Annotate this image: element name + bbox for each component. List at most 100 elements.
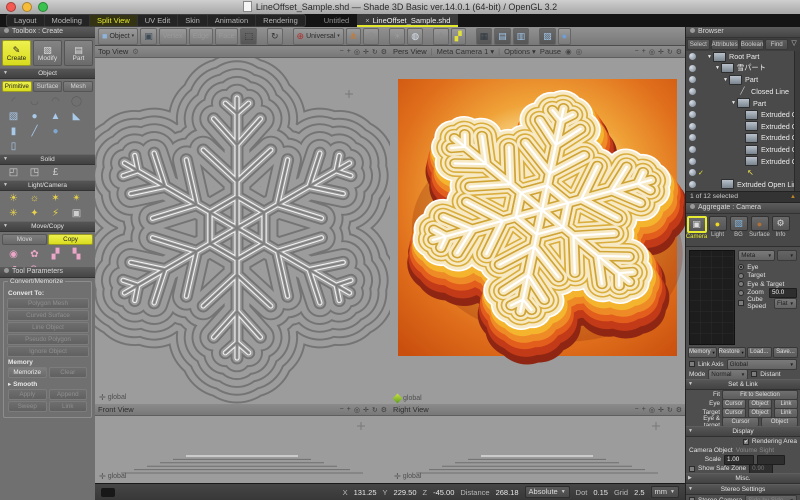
camera-selector[interactable]: Meta Camera 1 ▾ [437, 47, 495, 56]
clear-button[interactable]: Clear [49, 367, 88, 378]
radio-target[interactable] [738, 273, 744, 279]
display-section-header[interactable]: ▼Display [686, 426, 800, 437]
solid-text-icon[interactable]: £ [45, 166, 66, 180]
browser-scrollbar[interactable] [794, 51, 800, 191]
radio-zoom[interactable] [738, 290, 744, 296]
tree-item-cursor[interactable]: ✓↖ [686, 167, 800, 179]
safe-zone-input[interactable]: 0.90 [749, 464, 773, 474]
visibility-toggle-icon[interactable] [689, 181, 696, 188]
tree-expander-icon[interactable]: ▼ [714, 65, 721, 71]
aggregate-tab-light[interactable]: ●Light [708, 216, 727, 238]
convert-polygon-mesh-button[interactable]: Polygon Mesh [7, 298, 89, 309]
set-link-section-header[interactable]: ▼Set & Link [686, 379, 800, 390]
workspace-tab-rendering[interactable]: Rendering [256, 15, 305, 26]
shaded-view-button[interactable]: ▥ [513, 28, 530, 45]
solid-cup-icon[interactable]: ◳ [24, 166, 45, 180]
universal-manipulator-button[interactable]: ⊕Universal▾ [293, 28, 344, 45]
move-camera-button[interactable]: ✛ [433, 28, 449, 45]
coordinate-space-tag[interactable]: ✛global [99, 393, 126, 402]
wedge-primitive-icon[interactable]: ◣ [66, 110, 87, 124]
document-tab-untitled[interactable]: Untitled [316, 14, 357, 27]
close-tab-icon[interactable]: × [365, 16, 369, 25]
meta-extra-dropdown[interactable]: ▼ [777, 250, 797, 261]
aggregate-tab-surface[interactable]: ●Surface [750, 216, 769, 238]
stereo-camera-dropdown[interactable]: Side by Side▼ [745, 495, 797, 500]
vertex-mode-button[interactable]: Vertex [159, 28, 187, 45]
pause-button[interactable]: Pause [540, 47, 561, 56]
flame-light-icon[interactable]: ⚡ [45, 207, 66, 221]
free-move-icon[interactable]: ✿ [24, 248, 45, 262]
cone-primitive-icon[interactable]: ▲ [45, 110, 66, 124]
smooth-sweep-button[interactable]: Sweep [8, 401, 47, 412]
link-axis-checkbox[interactable] [689, 361, 695, 367]
convert-line-object-button[interactable]: Line Object [7, 322, 89, 333]
viewport-front[interactable]: Front View −+◎✛↻⚙ ✛global [95, 404, 391, 483]
numeric-move-icon[interactable]: ◉ [3, 248, 24, 262]
document-tab-lineoffset-sample-shd[interactable]: ×LineOffset_Sample.shd [357, 14, 458, 27]
workspace-tab-uv-edit[interactable]: UV Edit [138, 15, 178, 26]
quad-view-button[interactable]: ▞ [451, 28, 466, 45]
trackball-button[interactable]: ◍ [407, 28, 423, 45]
eye-target-cursor-button[interactable]: Cursor [722, 417, 759, 427]
workspace-tab-skin[interactable]: Skin [178, 15, 208, 26]
front-view-title[interactable]: Front View [98, 405, 134, 414]
tree-item-[interactable]: ▼雪パート [686, 63, 800, 75]
workspace-tab-animation[interactable]: Animation [208, 15, 256, 26]
restore-button[interactable]: Restore▼ [718, 347, 746, 358]
distant-checkbox[interactable] [751, 371, 757, 377]
pan-icon[interactable]: ✛ [363, 48, 369, 56]
aggregate-tab-info[interactable]: ⚙Info [771, 216, 790, 238]
collapse-up-icon[interactable]: ▲ [790, 192, 796, 202]
link-axis-dropdown[interactable]: Global▼ [727, 359, 797, 370]
zoom-in-icon[interactable]: + [347, 48, 351, 56]
orbit-icon[interactable]: ↻ [372, 406, 378, 414]
stick-primitive-icon[interactable]: ╱ [24, 125, 45, 139]
pan-icon[interactable]: ✛ [363, 406, 369, 414]
modify-tool-button[interactable]: ▧Modify [33, 40, 62, 66]
area-light-icon[interactable]: ✴ [66, 192, 87, 206]
stereo-section-header[interactable]: ▼Stereo Settings [686, 484, 800, 495]
meta-dropdown[interactable]: Meta▼ [738, 250, 775, 261]
orbit-icon[interactable]: ↻ [667, 48, 673, 56]
unit-dropdown[interactable]: mm▼ [651, 486, 679, 498]
visibility-toggle-icon[interactable] [689, 53, 696, 60]
part-tool-button[interactable]: ▤Part [64, 40, 93, 66]
convert-ignore-object-button[interactable]: Ignore Object [7, 346, 89, 357]
viewport-top[interactable]: Top View ⚙ −+◎✛↻⚙ ✛global [95, 46, 391, 405]
rectangle-select-button[interactable]: ⬚ [240, 28, 257, 45]
view-menu-icon[interactable]: ⚙ [381, 48, 387, 56]
zoom-out-icon[interactable]: − [340, 406, 344, 414]
coordinate-space-tag[interactable]: ✛global [99, 472, 126, 481]
magnifier-icon[interactable]: ◎ [649, 48, 655, 56]
light-tool-button[interactable]: ☀ [389, 28, 405, 45]
camera-object-icon[interactable]: ▣ [66, 207, 87, 221]
load-button[interactable]: Load... [747, 347, 772, 358]
viewport-right[interactable]: Right View −+◎✛↻⚙ ✛global [390, 404, 685, 483]
aggregate-tab-camera[interactable]: ▣Camera [687, 216, 706, 240]
browser-tab-find[interactable]: Find [765, 39, 788, 50]
create-tool-button[interactable]: ✎Create [2, 40, 31, 66]
pers-view-canvas[interactable]: global [390, 58, 685, 404]
viewport-pers[interactable]: Pers View | Meta Camera 1 ▾ | Options ▾ … [390, 46, 685, 405]
pers-view-title[interactable]: Pers View [393, 47, 427, 56]
sphere-primitive-icon[interactable]: ● [24, 110, 45, 124]
tree-item-extruded-closed[interactable]: Extruded Closed [686, 155, 800, 167]
link-icon[interactable]: ◎ [576, 47, 583, 56]
view-menu-icon[interactable]: ⚙ [676, 48, 682, 56]
radio-eye[interactable] [738, 264, 744, 270]
linear-light-icon[interactable]: ✦ [24, 207, 45, 221]
disc-primitive-icon[interactable]: ● [45, 125, 66, 139]
tree-item-part[interactable]: ▼Part [686, 97, 800, 109]
mirror-copy-icon[interactable]: ▞ [45, 248, 66, 262]
top-view-canvas[interactable]: ✛global [95, 58, 390, 404]
magnifier-icon[interactable]: ◎ [354, 406, 360, 414]
render-preview-button[interactable]: ● [558, 28, 571, 45]
tree-item-extruded-closed[interactable]: Extruded Closed [686, 109, 800, 121]
view-menu-icon[interactable]: ⚙ [676, 406, 682, 414]
smooth-append-button[interactable]: Append [49, 389, 88, 400]
array-copy-icon[interactable]: ▚ [66, 248, 87, 262]
object-tab-surface[interactable]: Surface [33, 81, 63, 92]
radio-eye-target[interactable] [738, 281, 744, 287]
skeleton-button[interactable]: ⋔ [346, 28, 362, 45]
coordinate-space-tag[interactable]: ✛global [394, 472, 421, 481]
